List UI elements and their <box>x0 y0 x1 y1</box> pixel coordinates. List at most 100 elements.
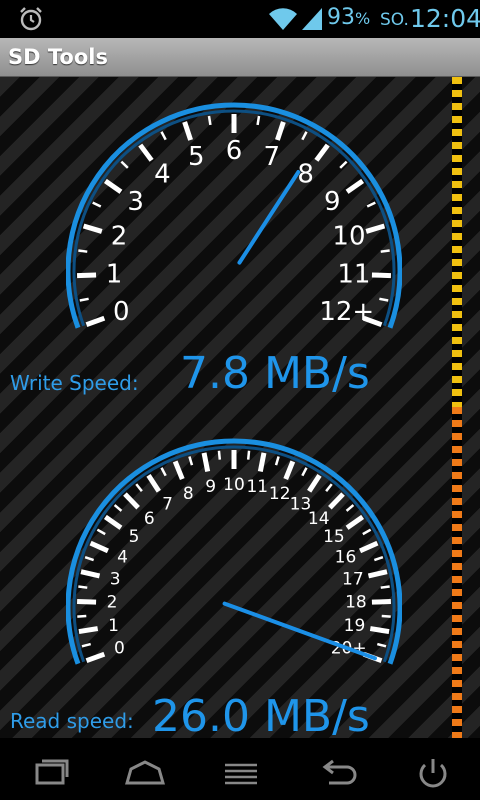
gauge-needle <box>237 170 301 265</box>
battery-percent-sign: % <box>355 9 371 28</box>
gauge-tick-label: 16 <box>335 547 357 567</box>
progress-strip-lower <box>452 407 462 738</box>
gauge-major-tick <box>123 492 140 510</box>
gauge-tick-label: 12 <box>269 484 291 504</box>
gauge-major-tick <box>85 315 106 328</box>
gauge-minor-tick <box>366 201 376 208</box>
gauge-minor-tick <box>96 528 106 536</box>
back-button[interactable] <box>302 738 372 800</box>
read-speed-label: Read speed: <box>10 709 134 733</box>
read-speed-value: 26.0 MB/s <box>152 691 370 738</box>
action-bar: SD Tools <box>0 38 480 77</box>
navigation-bar <box>0 738 480 800</box>
gauge-major-tick <box>182 121 193 141</box>
gauge-major-tick <box>172 460 185 480</box>
home-button[interactable] <box>110 738 180 800</box>
power-button[interactable] <box>398 738 468 800</box>
back-icon <box>322 759 357 785</box>
gauge-major-tick <box>283 460 296 480</box>
gauge-minor-tick <box>345 504 355 512</box>
gauge-tick-label: 10 <box>332 222 365 252</box>
write-speed-value: 7.8 MB/s <box>180 348 370 399</box>
gauge-major-tick <box>77 599 97 605</box>
gauge-minor-tick <box>301 467 308 477</box>
gauge-minor-tick <box>246 450 251 460</box>
recent-apps-icon <box>35 759 69 785</box>
gauge-minor-tick <box>381 614 391 618</box>
gauge-major-tick <box>345 178 365 194</box>
gauge-major-tick <box>103 514 123 530</box>
gauge-major-tick <box>328 492 345 510</box>
gauge-minor-tick <box>120 160 129 169</box>
power-icon <box>419 759 447 788</box>
gauge-tick-label: 15 <box>323 527 345 547</box>
day-label: SO. <box>380 10 409 30</box>
gauge-major-tick <box>257 452 267 473</box>
gauge-tick-label: 11 <box>337 259 370 289</box>
gauge-tick-label: 19 <box>344 616 366 636</box>
gauge-minor-tick <box>81 642 92 648</box>
gauge-minor-tick <box>79 297 89 302</box>
read-speed-gauge: 01234567891011121314151617181920+ <box>66 438 402 665</box>
menu-button[interactable] <box>206 738 276 800</box>
write-speed-label: Write Speed: <box>10 371 139 395</box>
gauge-tick-label: 17 <box>342 570 364 590</box>
gauge-minor-tick <box>301 131 308 141</box>
gauge-tick-label: 18 <box>345 593 367 613</box>
gauge-tick-label: 2 <box>111 222 128 252</box>
clock: 12:04 <box>410 4 480 33</box>
gauge-tick-label: 2 <box>107 593 118 613</box>
gauge-tick-label: 12+ <box>319 297 374 327</box>
gauge-tick-label: 9 <box>205 477 216 497</box>
gauge-major-tick <box>314 143 330 162</box>
gauge-tick-label: 8 <box>183 484 194 504</box>
battery-indicator: 93% <box>327 5 370 30</box>
write-speed-gauge: 0 1 2 345 6 789 10 11 12+ <box>66 102 402 329</box>
home-icon <box>125 760 165 785</box>
gauge-major-tick <box>103 178 123 194</box>
gauge-minor-tick <box>135 483 143 492</box>
battery-percent: 93 <box>327 5 355 30</box>
wifi-icon <box>269 8 297 30</box>
main-content: 0 1 2 3 4 5 6 7 8 9 10 11 12+ Write Speed: 7.8 MB/s … <box>0 77 480 738</box>
gauge-minor-tick <box>256 115 261 126</box>
signal-icon <box>302 8 322 30</box>
gauge-major-tick <box>85 651 106 664</box>
gauge-major-tick <box>359 540 379 554</box>
gauge-minor-tick <box>78 249 88 253</box>
gauge-tick-label: 10 <box>223 475 245 495</box>
gauge-tick-label: 6 <box>226 136 243 166</box>
gauge-minor-tick <box>113 504 123 512</box>
gauge-major-tick <box>80 569 101 579</box>
gauge-tick-label: 1 <box>108 616 119 636</box>
gauge-minor-tick <box>379 297 389 302</box>
gauge-major-tick <box>275 121 286 141</box>
gauge-tick-label: 3 <box>127 187 144 217</box>
gauge-tick-label: 11 <box>246 477 268 497</box>
gauge-tick-label: 7 <box>263 142 280 172</box>
status-bar: 93% SO. 12:04 <box>0 0 480 38</box>
gauge-minor-tick <box>380 585 390 589</box>
gauge-tick-label: 8 <box>297 160 314 190</box>
gauge-major-tick <box>307 473 322 493</box>
gauge-major-tick <box>76 272 97 279</box>
gauge-major-tick <box>146 473 161 493</box>
gauge-minor-tick <box>362 528 372 536</box>
gauge-tick-label: 5 <box>188 142 205 172</box>
gauge-major-tick <box>367 569 388 579</box>
gauge-tick-label: 7 <box>162 495 173 515</box>
gauge-tick-label: 0 <box>114 639 125 659</box>
gauge-minor-tick <box>188 456 194 466</box>
gauge-minor-tick <box>373 555 384 562</box>
gauge-tick-label: 0 <box>113 297 130 327</box>
gauge-major-tick <box>369 626 390 635</box>
gauge-minor-tick <box>380 249 390 253</box>
alarm-icon <box>20 7 42 31</box>
menu-icon <box>225 763 257 785</box>
gauge-major-tick <box>371 599 391 605</box>
gauge-tick-label: 5 <box>129 527 140 547</box>
gauge-major-tick <box>78 626 99 635</box>
gauge-major-tick <box>371 272 392 279</box>
gauge-minor-tick <box>339 160 348 169</box>
recent-apps-button[interactable] <box>16 738 86 800</box>
